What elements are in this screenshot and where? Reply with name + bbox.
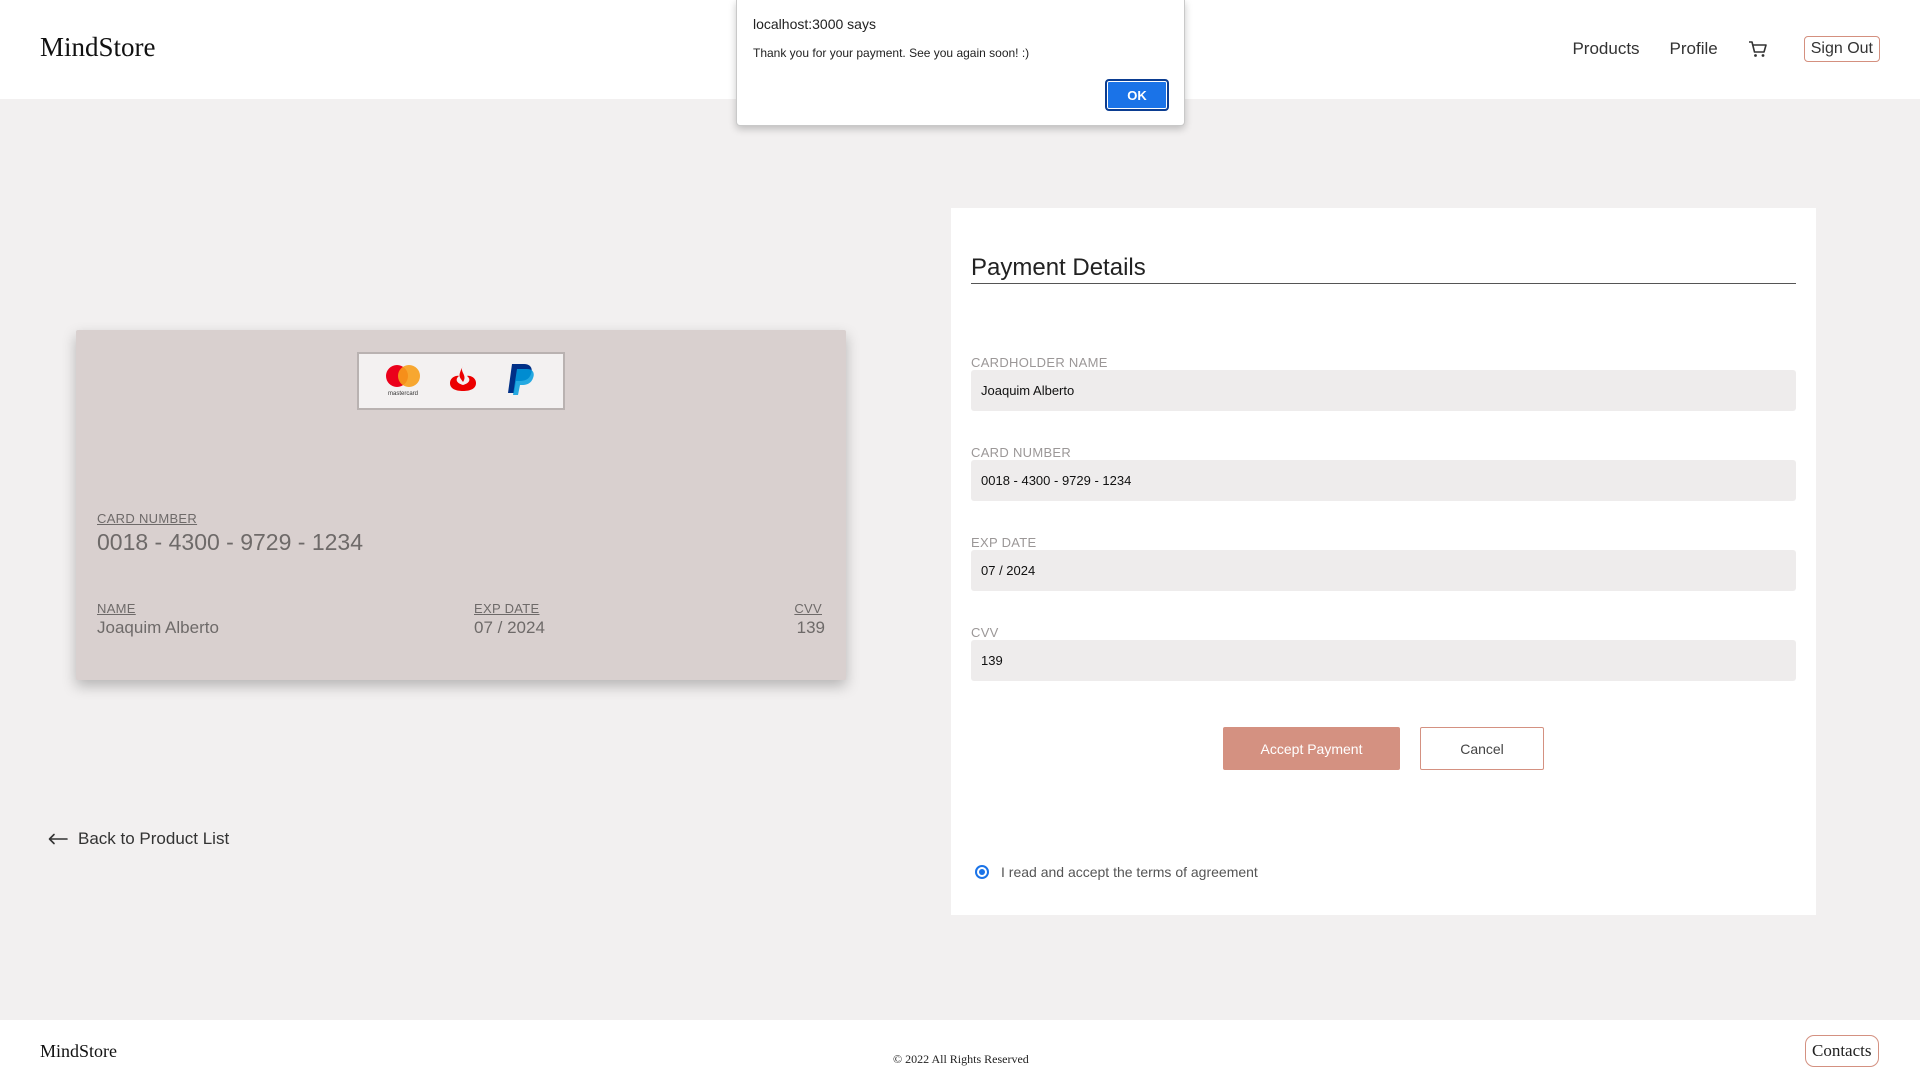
mastercard-text: mastercard: [388, 391, 418, 397]
arrow-left-icon: [48, 833, 68, 845]
footer: MindStore © 2022 All Rights Reserved Con…: [0, 1020, 1920, 1080]
payment-logos: mastercard: [357, 352, 565, 410]
card-name-label: NAME: [97, 601, 136, 616]
cart-icon[interactable]: [1748, 39, 1770, 59]
dialog-title: localhost:3000 says: [753, 16, 876, 32]
back-link-label: Back to Product List: [78, 829, 230, 848]
payment-details-title: Payment Details: [971, 254, 1796, 284]
card-name-value: Joaquim Alberto: [97, 618, 219, 637]
footer-brand: MindStore: [40, 1041, 118, 1061]
contacts-button[interactable]: Contacts: [1805, 1035, 1879, 1067]
paypal-logo: [502, 360, 540, 403]
card-cvv-label: CVV: [794, 601, 822, 616]
radio-selected-dot: [979, 869, 985, 875]
card-number-value: 0018 - 4300 - 9729 - 1234: [97, 529, 363, 555]
back-to-product-list-link[interactable]: Back to Product List: [48, 829, 229, 849]
card-number-label: CARD NUMBER: [97, 511, 198, 526]
alert-dialog: localhost:3000 says Thank you for your p…: [736, 0, 1185, 126]
accept-payment-button[interactable]: Accept Payment: [1223, 727, 1400, 770]
card-cvv-value: 139: [796, 618, 825, 637]
cardholder-name-input[interactable]: Joaquim Alberto: [971, 370, 1796, 411]
mastercard-logo: mastercard: [382, 360, 424, 403]
nav-links: Products Profile Sign Out: [1572, 36, 1880, 62]
cardholder-name-label: CARDHOLDER NAME: [971, 355, 1108, 370]
sign-out-button[interactable]: Sign Out: [1803, 36, 1880, 62]
cvv-input[interactable]: 139: [971, 640, 1796, 681]
card-number-input[interactable]: 0018 - 4300 - 9729 - 1234: [971, 460, 1796, 501]
cancel-button[interactable]: Cancel: [1420, 727, 1544, 770]
cart-icon-glyph: [1748, 41, 1767, 57]
dialog-message: Thank you for your payment. See you agai…: [753, 46, 1030, 60]
card-preview: mastercard CARD NUMBER 0018 - 4300 - 972…: [76, 330, 846, 680]
payment-details-panel: Payment Details CARDHOLDER NAME Joaquim …: [951, 208, 1816, 915]
exp-date-field-label: EXP DATE: [971, 535, 1037, 550]
santander-logo: [446, 363, 480, 400]
terms-label: I read and accept the terms of agreement: [1001, 864, 1258, 880]
exp-date-input[interactable]: 07 / 2024: [971, 550, 1796, 591]
nav-profile-link[interactable]: Profile: [1670, 39, 1718, 59]
card-number-field-label: CARD NUMBER: [971, 445, 1072, 460]
nav-products-link[interactable]: Products: [1572, 39, 1639, 59]
dialog-ok-button[interactable]: OK: [1105, 79, 1169, 111]
brand-logo[interactable]: MindStore: [40, 32, 156, 63]
terms-radio[interactable]: [975, 865, 989, 879]
cvv-field-label: CVV: [971, 625, 999, 640]
card-exp-value: 07 / 2024: [474, 618, 545, 637]
terms-agreement: I read and accept the terms of agreement: [975, 864, 1258, 880]
card-exp-label: EXP DATE: [474, 601, 540, 616]
copyright-text: © 2022 All Rights Reserved: [893, 1052, 1029, 1066]
